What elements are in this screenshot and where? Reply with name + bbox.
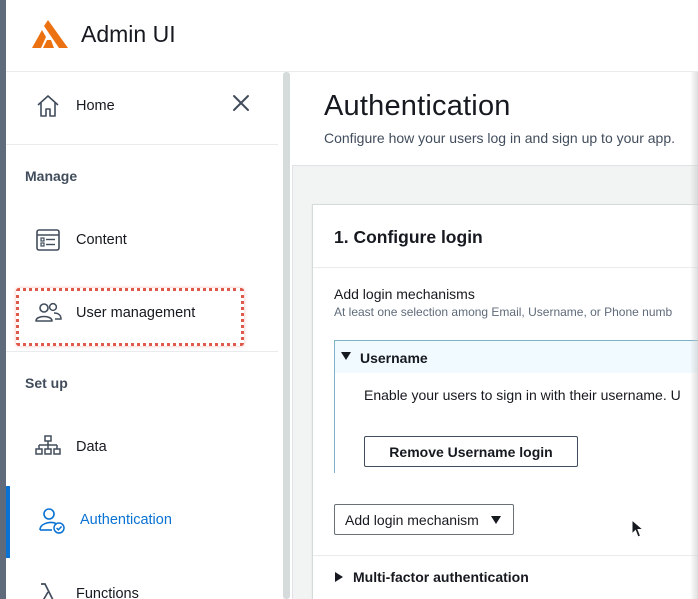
page-description: Configure how your users log in and sign… (324, 130, 675, 146)
page-edge-shadow (690, 72, 698, 599)
content-icon (34, 226, 62, 254)
remove-username-login-button[interactable]: Remove Username login (364, 436, 578, 467)
lambda-icon (34, 580, 62, 599)
sidebar-item-data[interactable]: Data (6, 425, 280, 469)
authentication-icon (38, 506, 66, 534)
login-mechanisms-description: At least one selection among Email, User… (334, 305, 673, 319)
sidebar-item-functions[interactable]: Functions (6, 572, 280, 599)
sidebar-item-label: Authentication (80, 512, 172, 528)
username-panel-title: Username (360, 350, 428, 366)
caret-down-icon (491, 516, 501, 524)
configure-login-card: 1. Configure login Add login mechanisms … (312, 204, 698, 599)
login-mechanisms-label: Add login mechanisms (334, 286, 475, 302)
divider (6, 351, 278, 352)
app-title: Admin UI (81, 21, 176, 47)
username-panel-body: Enable your users to sign in with their … (335, 373, 698, 473)
highlight-annotation (16, 288, 244, 346)
sidebar-item-authentication[interactable]: Authentication (10, 498, 284, 542)
sidebar-item-label: Content (76, 232, 127, 248)
caret-right-icon (335, 572, 343, 582)
data-icon (34, 433, 62, 461)
sidebar-item-label: Data (76, 439, 107, 455)
sidebar-item-label: Functions (76, 586, 139, 599)
caret-down-icon (341, 352, 351, 360)
username-panel-text: Enable your users to sign in with their … (364, 387, 681, 403)
section-header-manage: Manage (25, 168, 78, 184)
divider (313, 555, 698, 556)
dropdown-label: Add login mechanism (345, 511, 479, 528)
close-icon[interactable] (230, 92, 252, 114)
home-icon (34, 92, 62, 120)
mouse-cursor-icon (631, 519, 645, 538)
add-login-mechanism-dropdown[interactable]: Add login mechanism (334, 504, 514, 535)
page-title: Authentication (324, 90, 511, 122)
mfa-expandable-header[interactable]: Multi-factor authentication (334, 568, 698, 594)
sidebar-scrollbar-thumb[interactable] (283, 72, 290, 599)
sidebar-item-label: Home (76, 98, 115, 114)
divider (6, 144, 278, 145)
username-panel-header[interactable]: Username (335, 341, 698, 373)
sidebar-item-content[interactable]: Content (6, 218, 280, 262)
divider (313, 267, 698, 268)
card-title: 1. Configure login (334, 227, 483, 247)
username-expandable-panel: Username Enable your users to sign in wi… (334, 340, 698, 473)
amplify-logo-icon (32, 20, 68, 48)
mfa-label: Multi-factor authentication (353, 569, 529, 585)
section-header-setup: Set up (25, 375, 68, 391)
